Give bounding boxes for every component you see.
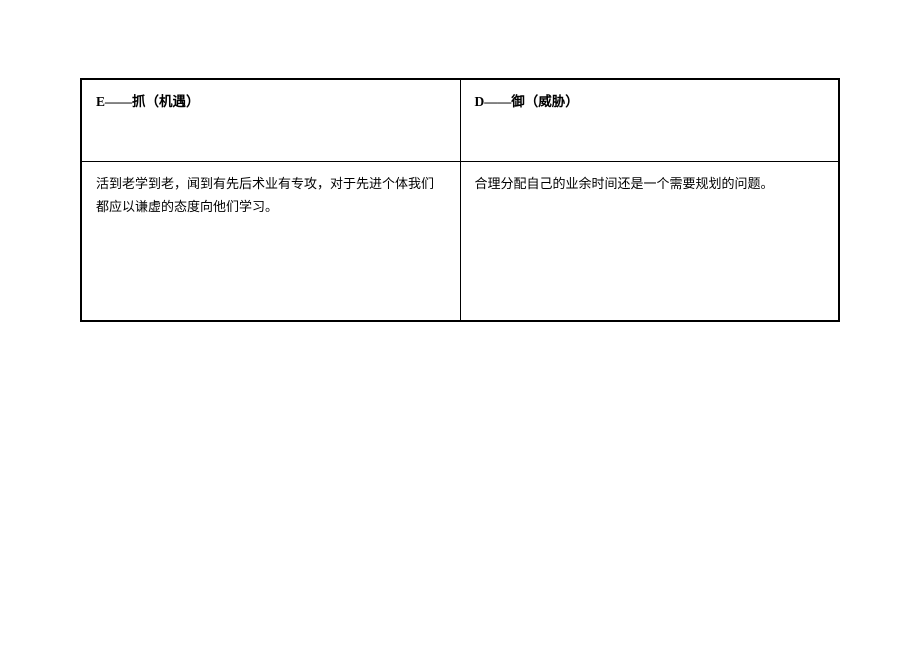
content-opportunity: 活到老学到老，闻到有先后术业有专攻，对于先进个体我们都应以谦虚的态度向他们学习。 [81, 161, 460, 321]
swot-analysis-table: E——抓（机遇） D——御（威胁） 活到老学到老，闻到有先后术业有专攻，对于先进… [80, 78, 840, 322]
header-opportunity: E——抓（机遇） [81, 79, 460, 161]
content-threat: 合理分配自己的业余时间还是一个需要规划的问题。 [460, 161, 839, 321]
header-threat: D——御（威胁） [460, 79, 839, 161]
table-content-row: 活到老学到老，闻到有先后术业有专攻，对于先进个体我们都应以谦虚的态度向他们学习。… [81, 161, 839, 321]
table-header-row: E——抓（机遇） D——御（威胁） [81, 79, 839, 161]
